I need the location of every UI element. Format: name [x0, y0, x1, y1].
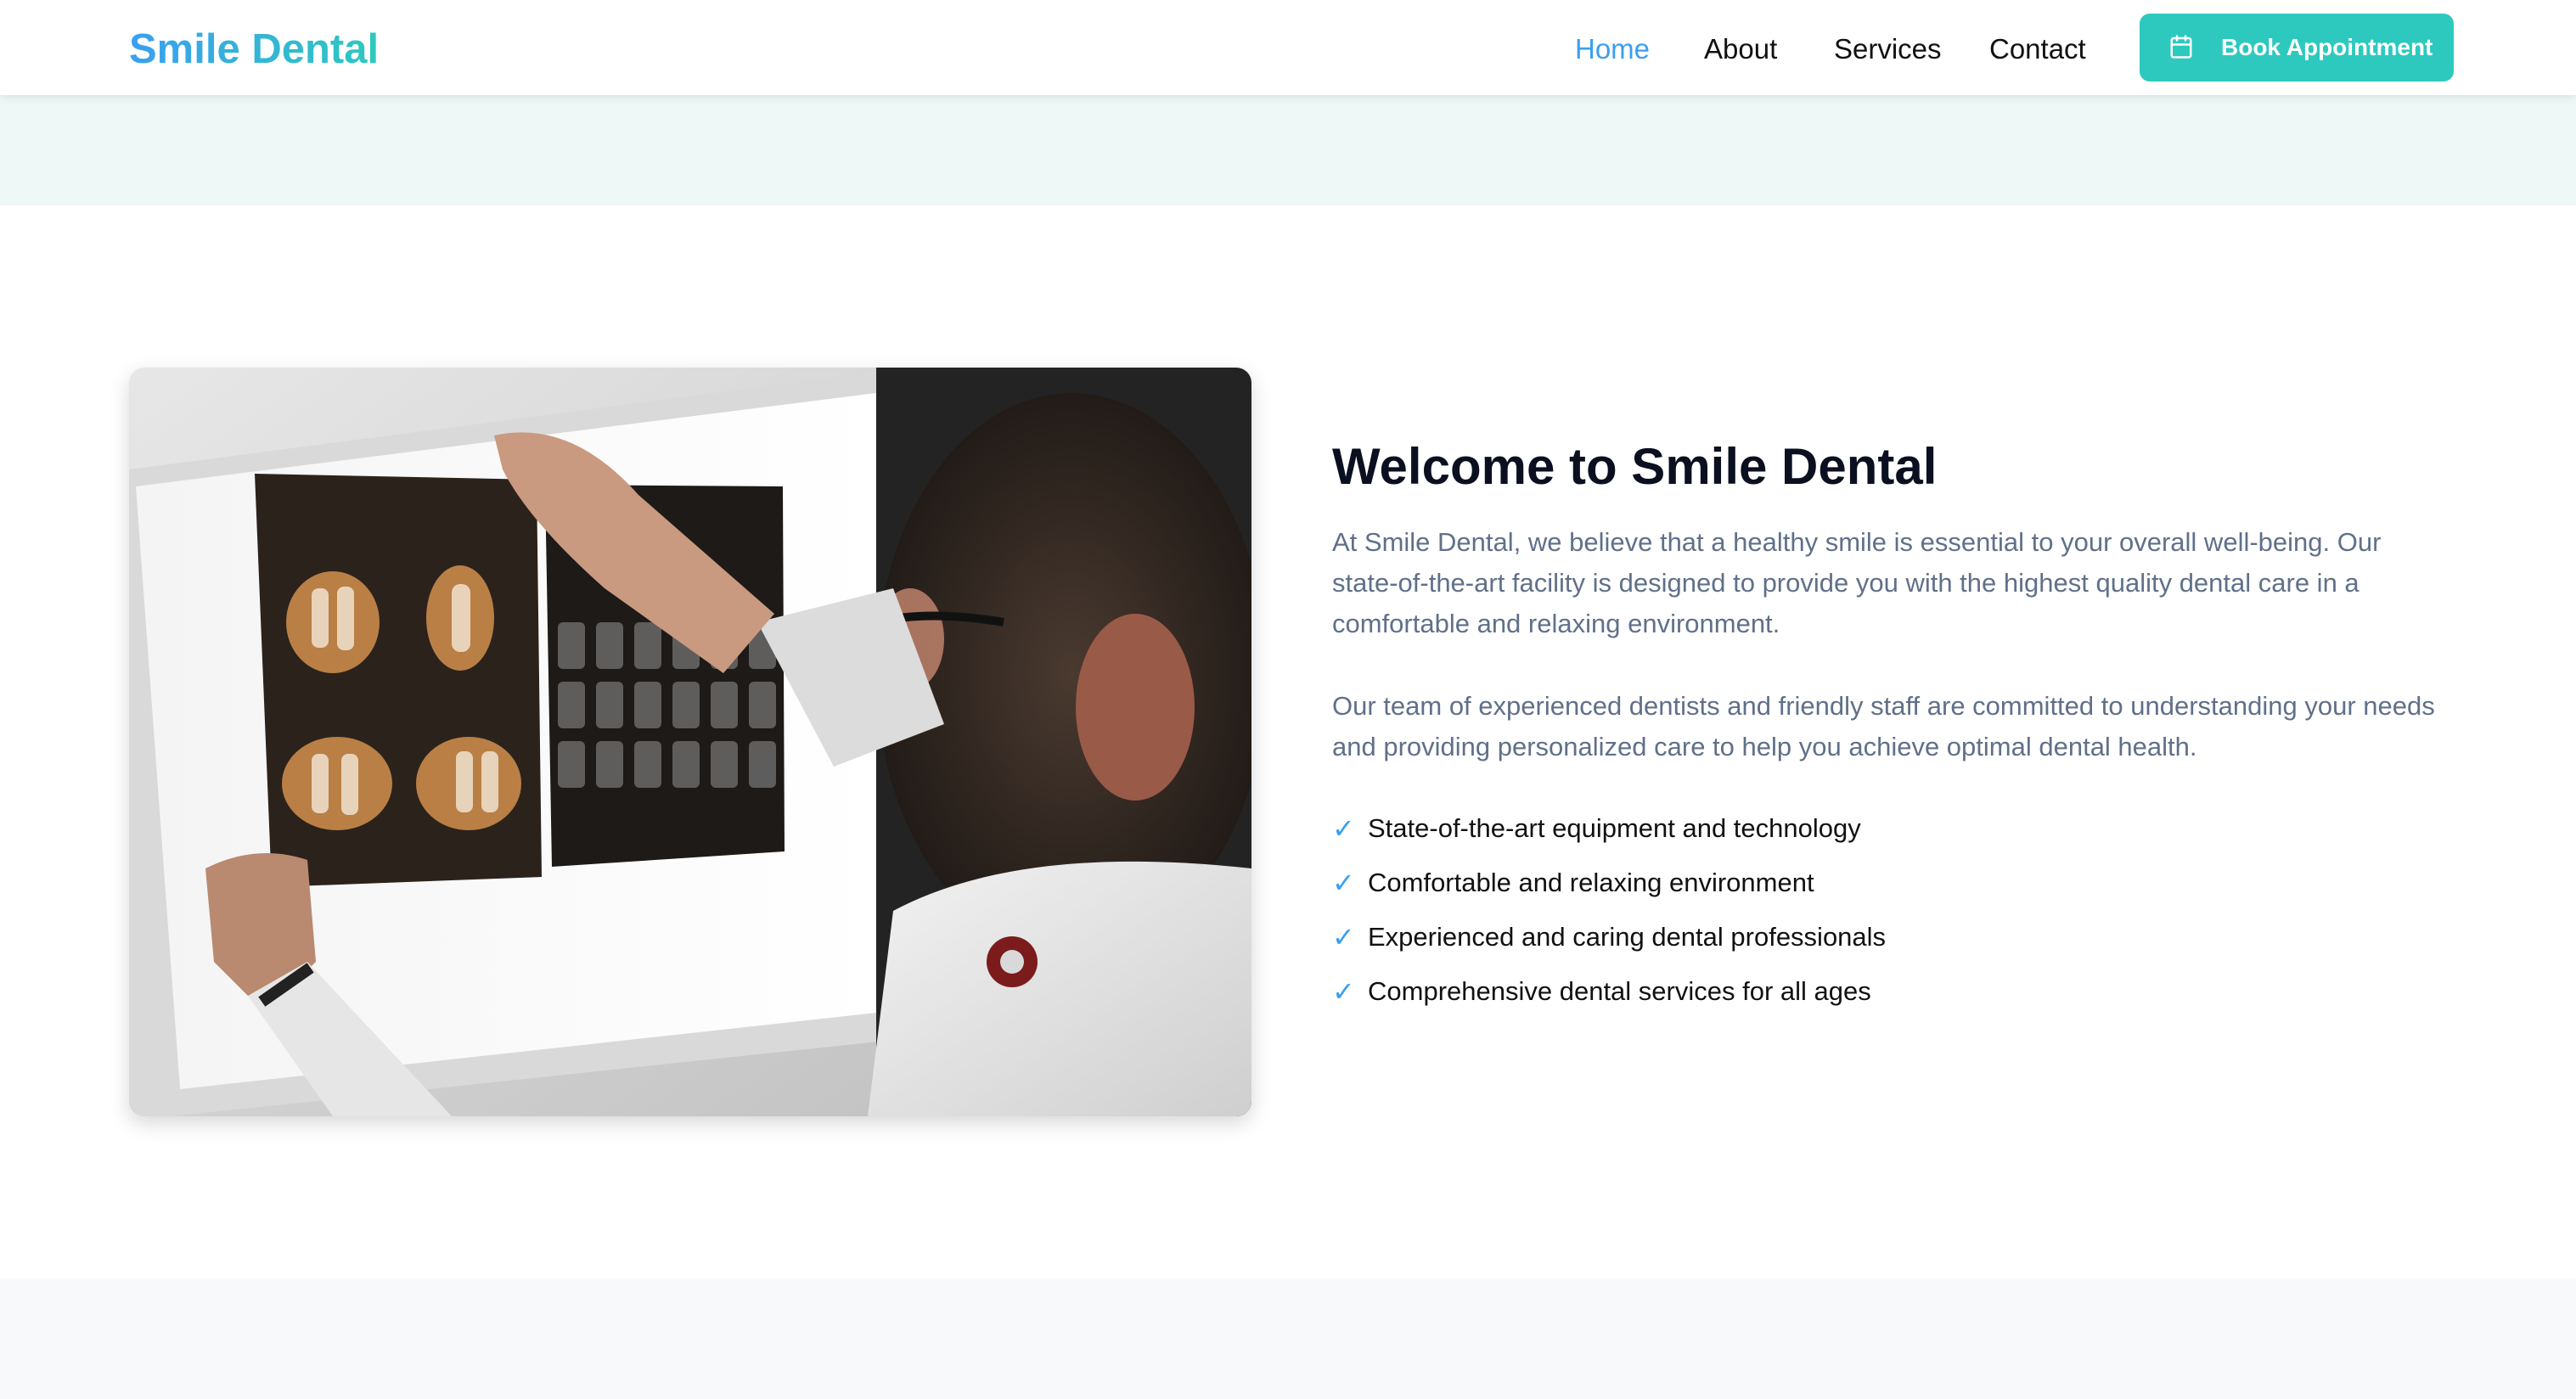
check-icon: ✓ — [1332, 868, 1355, 898]
nav-contact[interactable]: Contact — [1989, 25, 2086, 73]
about-paragraph-1: At Smile Dental, we believe that a healt… — [1332, 527, 2382, 638]
about-paragraph-2: Our team of experienced dentists and fri… — [1332, 691, 2435, 761]
feature-item: ✓ Comfortable and relaxing environment — [1332, 859, 1886, 913]
check-icon: ✓ — [1332, 922, 1355, 952]
nav-about[interactable]: About — [1704, 25, 1777, 73]
site-header: Smile Dental Home About Services Contact… — [0, 0, 2576, 95]
feature-item: ✓ State-of-the-art equipment and technol… — [1332, 805, 1886, 859]
hero-band — [0, 95, 2576, 205]
feature-label: State-of-the-art equipment and technolog… — [1368, 813, 1861, 843]
feature-label: Comfortable and relaxing environment — [1368, 868, 1814, 897]
feature-item: ✓ Experienced and caring dental professi… — [1332, 913, 1886, 968]
feature-label: Experienced and caring dental profession… — [1368, 922, 1887, 952]
feature-item: ✓ Comprehensive dental services for all … — [1332, 968, 1886, 1022]
next-section-band — [0, 1278, 2576, 1399]
dentist-xray-photo — [129, 368, 1251, 1116]
check-icon: ✓ — [1332, 813, 1355, 844]
book-appointment-button[interactable]: Book Appointment — [2140, 14, 2454, 81]
brand-logo[interactable]: Smile Dental — [129, 22, 379, 76]
feature-label: Comprehensive dental services for all ag… — [1368, 976, 1871, 1006]
book-appointment-label: Book Appointment — [2221, 34, 2433, 60]
calendar-icon — [2170, 35, 2192, 59]
check-icon: ✓ — [1332, 976, 1355, 1007]
nav-services[interactable]: Services — [1834, 25, 1942, 73]
nav-home[interactable]: Home — [1575, 25, 1650, 73]
feature-list: ✓ State-of-the-art equipment and technol… — [1332, 805, 1886, 1022]
about-title: Welcome to Smile Dental — [1332, 438, 1938, 495]
